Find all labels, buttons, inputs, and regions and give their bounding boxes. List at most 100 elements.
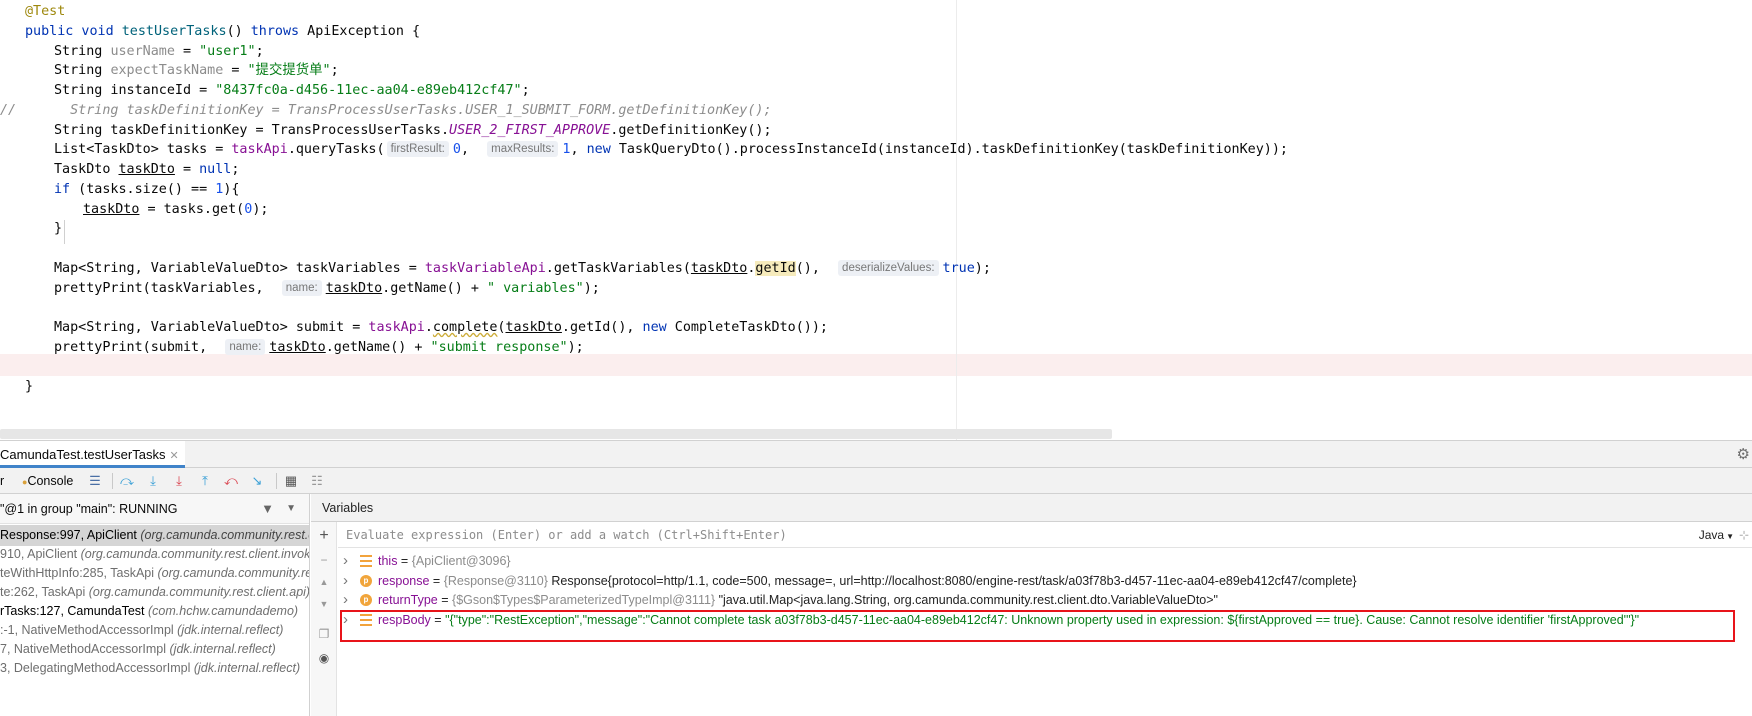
language-select[interactable]: Java ▼ [1699,522,1734,550]
run-to-cursor-icon[interactable]: ↘ [248,472,266,490]
code-line[interactable]: Map<String, VariableValueDto> taskVariab… [54,258,991,280]
frame-location: (jdk.internal.reflect) [177,623,284,637]
thread-selector[interactable]: "@1 in group "main": RUNNING ▼ ▼ [0,494,309,524]
tab-debug-session[interactable]: CamundaTest.testUserTasks ✕ [0,441,185,468]
tab-console[interactable]: ●Console [22,468,73,494]
frame-method: te:262, TaskApi [0,585,89,599]
frame-item[interactable]: 3, DelegatingMethodAccessorImpl (jdk.int… [0,658,309,679]
parameter-icon: p [360,574,372,587]
field-icon [360,555,372,567]
variables-panel: Variables + − ▲ ▼ ❐ ◉ Evaluate expressio… [311,494,1752,716]
frame-item[interactable]: Response:997, ApiClient (org.camunda.com… [0,525,309,546]
code-line[interactable]: String taskDefinitionKey = TransProcessU… [54,100,771,122]
frame-item[interactable]: 910, ApiClient (org.camunda.community.re… [0,544,309,565]
chevron-right-icon[interactable]: › [343,551,348,571]
variable-text: returnType = {$Gson$Types$ParameterizedT… [378,590,1218,610]
line-comment-prefix: // [0,102,17,118]
variable-equals: = [437,593,453,608]
frame-method: rTasks:127, CamundaTest [0,604,148,618]
code-line[interactable]: } [25,376,33,398]
variable-equals: = [429,573,444,588]
debug-session-tabs: CamundaTest.testUserTasks ✕ ⚙ [0,440,1752,468]
code-line[interactable]: taskDto = tasks.get(0); [83,199,268,221]
menu-icon[interactable]: ☰ [86,472,104,490]
step-into-icon[interactable]: ⤓ [144,472,162,490]
language-label: Java [1698,528,1725,542]
indent-guide [64,220,65,244]
trace-icon[interactable]: ☷ [308,472,326,490]
variable-row[interactable]: › p response = {Response@3110} Response{pr… [338,571,1752,591]
variable-id: {$Gson$Types$ParameterizedTypeImpl@3111} [452,593,716,608]
frame-item[interactable]: teWithHttpInfo:285, TaskApi (org.camunda… [0,563,309,584]
variable-name: this [378,554,398,568]
code-line[interactable]: prettyPrint(submit, name: taskDto.getName… [54,337,584,359]
right-margin-guide [956,0,957,440]
code-line[interactable]: String expectTaskName = "提交提货单"; [54,60,339,82]
frame-method: 7, NativeMethodAccessorImpl [0,642,170,656]
variable-equals: = [397,554,412,568]
tab-debugger[interactable]: r [0,468,4,494]
variable-row[interactable]: › this = {ApiClient@3096} [338,551,1752,571]
thread-label: "@1 in group "main": RUNNING [0,502,178,516]
frame-method: :-1, NativeMethodAccessorImpl [0,623,178,637]
variable-id: {ApiClient@3096} [411,554,511,568]
error-highlight-box [340,610,1735,642]
debug-toolbar: r ●Console ☰ ⤼ ⤓ ⤓ ⤒ ⤺ ↘ ▦ ☷ [0,468,1752,494]
filter-icon[interactable]: ▼ [261,494,274,524]
add-watch-icon[interactable]: + [315,527,333,545]
remove-watch-icon[interactable]: − [315,551,333,569]
step-out-icon[interactable]: ⤒ [196,472,214,490]
close-icon[interactable]: ✕ [169,450,178,462]
variable-value: "java.util.Map<java.lang.String, org.cam… [715,593,1218,608]
code-line[interactable]: public void testUserTasks() throws ApiEx… [25,21,420,43]
frame-method: 3, DelegatingMethodAccessorImpl [0,661,194,675]
debugger-tab-label: r [0,474,5,488]
force-step-into-icon[interactable]: ⤓ [170,472,188,490]
parameter-icon: p [360,594,372,607]
drop-frame-icon[interactable]: ⤺ [222,472,240,490]
evaluate-placeholder: Evaluate expression (Enter) or add a wat… [346,528,787,542]
code-line[interactable]: prettyPrint(taskVariables, name: taskDto.… [54,278,600,300]
variable-name: returnType [378,593,438,608]
code-line[interactable]: if (tasks.size() == 1){ [54,179,239,201]
step-over-icon[interactable]: ⤼ [118,472,136,490]
variable-row[interactable]: › p returnType = {$Gson$Types$Parameterize… [338,590,1752,610]
frames-panel: "@1 in group "main": RUNNING ▼ ▼ Respons… [0,494,310,716]
editor-horizontal-scrollbar[interactable] [0,429,1112,439]
gear-icon[interactable]: ⚙ [1737,445,1750,463]
frame-location: (jdk.internal.reflect) [169,642,276,656]
chevron-down-icon[interactable]: ▼ [286,494,296,524]
variables-sidebar: + − ▲ ▼ ❐ ◉ [311,522,337,716]
evaluate-expression-input[interactable]: Evaluate expression (Enter) or add a wat… [338,522,1752,548]
frame-location: (com.hchw.camundademo) [148,604,299,618]
frame-method: Response:997, ApiClient [0,528,141,542]
variable-value: Response{protocol=http/1.1, code=500, me… [547,573,1357,588]
variable-id: {Response@3110} [443,573,548,588]
code-line[interactable]: } [54,218,62,240]
code-editor[interactable]: @Test public void testUserTasks() throws … [0,0,1752,440]
code-line[interactable]: String userName = "user1"; [54,41,264,63]
frame-item[interactable]: :-1, NativeMethodAccessorImpl (jdk.inter… [0,620,309,641]
code-line[interactable]: Map<String, VariableValueDto> submit = t… [54,317,828,339]
copy-icon[interactable]: ❐ [315,625,333,643]
console-tab-label: Console [27,474,74,488]
chevron-right-icon[interactable]: › [343,571,348,591]
frame-item[interactable]: 7, NativeMethodAccessorImpl (jdk.interna… [0,639,309,660]
code-line[interactable]: TaskDto taskDto = null; [54,159,239,181]
code-line[interactable]: @Test [25,1,65,23]
frame-item[interactable]: rTasks:127, CamundaTest (com.hchw.camund… [0,601,309,622]
code-line[interactable]: List<TaskDto> tasks = taskApi.queryTasks… [54,139,1288,161]
frame-item[interactable]: te:262, TaskApi (org.camunda.community.r… [0,582,309,603]
toolbar-separator [112,473,113,489]
frame-location: (org.camunda.community.rest.client.invok… [140,528,309,542]
toolbar-separator [276,473,277,489]
code-line[interactable]: String instanceId = "8437fc0a-d456-11ec-… [54,80,530,102]
chevron-right-icon[interactable]: › [343,590,348,610]
evaluate-expression-icon[interactable]: ▦ [282,472,300,490]
frame-method: 910, ApiClient [0,547,81,561]
move-down-icon[interactable]: ▼ [315,595,333,613]
expand-icon[interactable]: ⊹ [1739,522,1749,548]
glasses-icon[interactable]: ◉ [315,649,333,667]
move-up-icon[interactable]: ▲ [315,573,333,591]
code-line[interactable]: String taskDefinitionKey = TransProcessU… [54,120,772,142]
